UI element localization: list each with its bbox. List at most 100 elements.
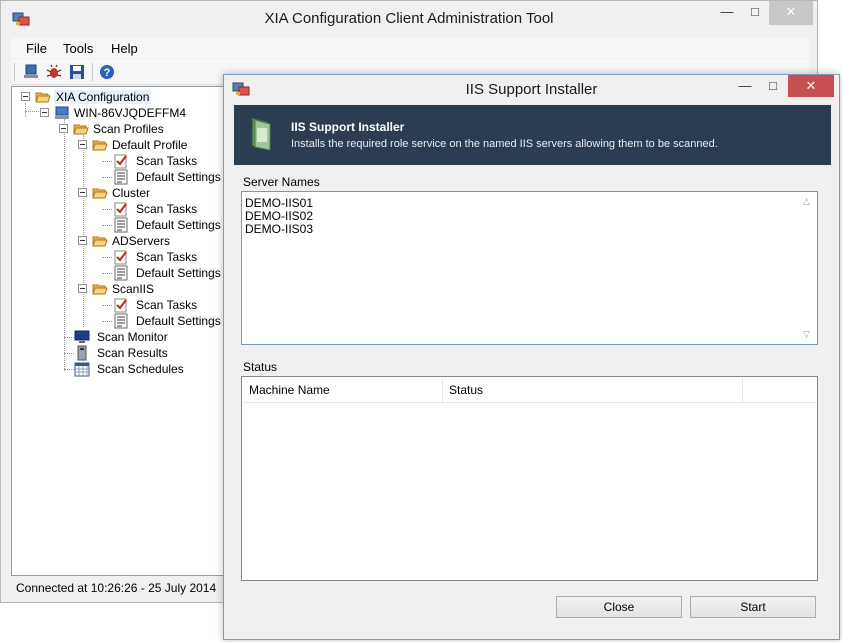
- collapse-toggle[interactable]: [78, 188, 87, 197]
- tree-item-default-settings[interactable]: Default Settings: [12, 169, 232, 185]
- minimize-button[interactable]: —: [732, 75, 758, 99]
- status-label: Status: [243, 360, 278, 374]
- settings-list-icon: [114, 217, 128, 233]
- connection-status: Connected at 10:26:26 - 25 July 2014: [16, 581, 217, 595]
- tree-item-label: Scan Profiles: [93, 122, 164, 136]
- toolbar-separator: [92, 63, 93, 81]
- tree-item-label: Scan Schedules: [97, 362, 184, 376]
- tree-item-scan-tasks[interactable]: Scan Tasks: [12, 249, 232, 265]
- server-names-textarea[interactable]: DEMO-IIS01 DEMO-IIS02 DEMO-IIS03 △ ▽: [241, 191, 818, 345]
- tree-line: [64, 337, 74, 338]
- server-name-line: DEMO-IIS01: [245, 196, 314, 210]
- calendar-icon: [74, 362, 90, 377]
- tree-item-profile[interactable]: Default Profile: [12, 137, 232, 153]
- menu-file[interactable]: File: [26, 41, 47, 56]
- settings-list-icon: [114, 169, 128, 185]
- collapse-toggle[interactable]: [21, 92, 30, 101]
- server-names-label: Server Names: [243, 175, 320, 189]
- folder-open-icon: [92, 140, 108, 151]
- header-divider: [243, 402, 816, 403]
- tree-item-label: Default Settings: [136, 314, 221, 328]
- close-button[interactable]: ✕: [769, 1, 813, 25]
- column-header-status[interactable]: Status: [443, 378, 743, 402]
- tree-item-label: ADServers: [112, 234, 171, 248]
- tree-item-label: Scan Tasks: [136, 154, 198, 168]
- start-button[interactable]: Start: [690, 596, 816, 618]
- close-dialog-button[interactable]: Close: [556, 596, 682, 618]
- tree-item-profile[interactable]: Cluster: [12, 185, 232, 201]
- tree-line: [102, 177, 112, 178]
- tree-item-profile[interactable]: ScanIIS: [12, 281, 232, 297]
- folder-open-icon: [35, 92, 51, 103]
- main-title-bar[interactable]: XIA Configuration Client Administration …: [1, 1, 817, 37]
- svg-text:?: ?: [104, 67, 111, 79]
- tree-item-default-settings[interactable]: Default Settings: [12, 313, 232, 329]
- computer-icon[interactable]: [23, 64, 39, 80]
- collapse-toggle[interactable]: [78, 236, 87, 245]
- tree-line: [102, 305, 112, 306]
- folder-open-icon: [92, 284, 108, 295]
- minimize-button[interactable]: —: [713, 1, 741, 25]
- tree-line: [102, 209, 112, 210]
- tree-item-label: WIN-86VJQDEFFM4: [74, 106, 187, 120]
- tree-line: [102, 273, 112, 274]
- tree-view[interactable]: XIA Configuration WIN-86VJQDEFFM4 Scan P…: [11, 86, 233, 576]
- monitor-icon: [74, 330, 90, 343]
- tree-item-default-settings[interactable]: Default Settings: [12, 265, 232, 281]
- tree-line: [102, 321, 112, 322]
- tree-line: [102, 225, 112, 226]
- collapse-toggle[interactable]: [40, 108, 49, 117]
- tree-item-xia-configuration[interactable]: XIA Configuration: [12, 89, 232, 105]
- menu-bar: File Tools Help: [11, 38, 809, 58]
- collapse-toggle[interactable]: [78, 284, 87, 293]
- menu-help[interactable]: Help: [111, 41, 138, 56]
- iis-support-installer-dialog: IIS Support Installer — □ ✕ IIS Support …: [223, 74, 840, 640]
- settings-list-icon: [114, 313, 128, 329]
- maximize-button[interactable]: □: [759, 75, 787, 99]
- scroll-down-icon[interactable]: ▽: [803, 329, 810, 340]
- dialog-title-bar[interactable]: IIS Support Installer — □ ✕: [224, 75, 839, 105]
- save-icon[interactable]: [69, 64, 85, 80]
- folder-open-icon: [92, 236, 108, 247]
- tree-item-scan-tasks[interactable]: Scan Tasks: [12, 201, 232, 217]
- bug-icon[interactable]: [46, 64, 62, 80]
- collapse-toggle[interactable]: [78, 140, 87, 149]
- tree-item-label: Default Settings: [136, 170, 221, 184]
- tree-item-scan-monitor[interactable]: Scan Monitor: [12, 329, 232, 345]
- column-header-machine-name[interactable]: Machine Name: [243, 378, 443, 402]
- tree-item-label: XIA Configuration: [54, 90, 152, 104]
- tree-item-default-settings[interactable]: Default Settings: [12, 217, 232, 233]
- tree-item-scan-tasks[interactable]: Scan Tasks: [12, 153, 232, 169]
- scroll-up-icon[interactable]: △: [803, 196, 810, 207]
- column-header-filler: [743, 378, 816, 402]
- status-list-view[interactable]: Machine Name Status: [241, 376, 818, 581]
- menu-tools[interactable]: Tools: [63, 41, 93, 56]
- tree-item-scan-tasks[interactable]: Scan Tasks: [12, 297, 232, 313]
- tree-item-label: Scan Tasks: [136, 298, 198, 312]
- folder-open-icon: [73, 124, 89, 135]
- tree-item-scan-schedules[interactable]: Scan Schedules: [12, 361, 232, 377]
- tree-item-label: ScanIIS: [112, 282, 155, 296]
- collapse-toggle[interactable]: [59, 124, 68, 133]
- help-icon[interactable]: ?: [99, 64, 115, 80]
- close-button[interactable]: ✕: [788, 75, 834, 97]
- settings-list-icon: [114, 265, 128, 281]
- column-header-label: Machine Name: [249, 383, 330, 397]
- maximize-button[interactable]: □: [742, 1, 768, 25]
- tree-item-scan-profiles[interactable]: Scan Profiles: [12, 121, 232, 137]
- tasks-icon: [114, 202, 127, 217]
- tree-item-server[interactable]: WIN-86VJQDEFFM4: [12, 105, 232, 121]
- tree-item-label: Scan Tasks: [136, 250, 198, 264]
- tree-item-label: Scan Results: [97, 346, 168, 360]
- folder-open-icon: [92, 188, 108, 199]
- tree-line: [102, 257, 112, 258]
- tasks-icon: [114, 250, 127, 265]
- server-icon: [55, 106, 69, 119]
- toolbar-grip: [14, 63, 15, 81]
- server-name-line: DEMO-IIS02: [245, 209, 314, 223]
- tree-item-scan-results[interactable]: Scan Results: [12, 345, 232, 361]
- server-name-line: DEMO-IIS03: [245, 222, 314, 236]
- tree-item-profile[interactable]: ADServers: [12, 233, 232, 249]
- status-bar: Connected at 10:26:26 - 25 July 2014: [11, 578, 233, 598]
- vertical-scrollbar[interactable]: △ ▽: [800, 193, 816, 343]
